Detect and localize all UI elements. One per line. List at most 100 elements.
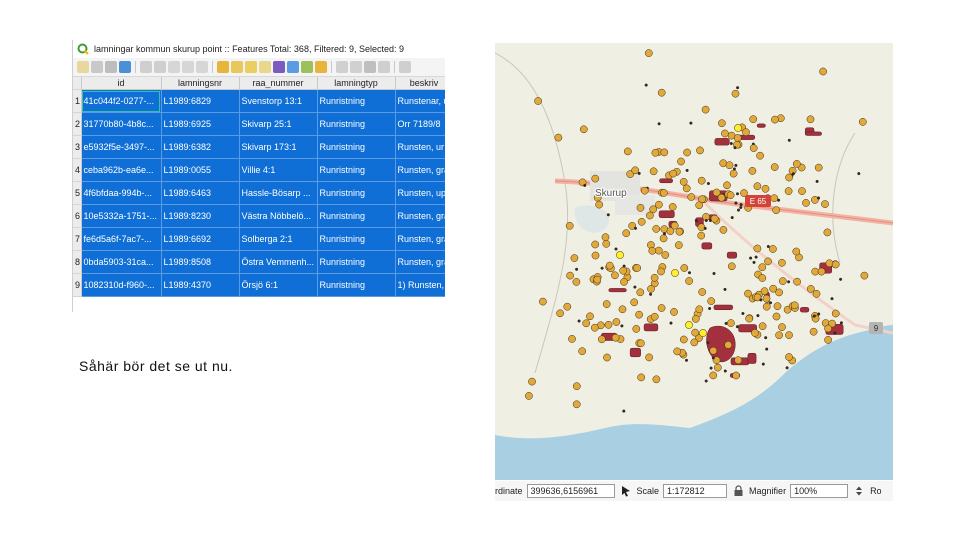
cell-lamningsnr[interactable]: L1989:8230 xyxy=(161,204,240,228)
cell-lamningsnr[interactable]: L1989:6829 xyxy=(161,89,240,113)
field-calculator-icon[interactable] xyxy=(364,61,376,73)
cell-lamningtyp[interactable]: Runristning xyxy=(317,204,396,228)
cell-lamningsnr[interactable]: L1989:8508 xyxy=(161,250,240,274)
row-number[interactable]: 1 xyxy=(73,89,82,113)
reload-icon[interactable] xyxy=(119,61,131,73)
map-svg[interactable]: Skurup E 65 9 xyxy=(495,43,893,480)
cut-icon[interactable] xyxy=(168,61,180,73)
move-selection-top-icon[interactable] xyxy=(287,61,299,73)
cell-id[interactable]: 4f6bfdaa-994b-... xyxy=(81,181,162,205)
select-expression-icon[interactable] xyxy=(217,61,229,73)
delete-feature-icon[interactable] xyxy=(154,61,166,73)
cell-beskriv[interactable]: Runsten, ur xyxy=(395,135,445,159)
scale-field[interactable]: 1:172812 xyxy=(663,484,728,498)
row-number[interactable]: 3 xyxy=(73,135,82,159)
cell-lamningtyp[interactable]: Runristning xyxy=(317,112,396,136)
cell-lamningsnr[interactable]: L1989:6382 xyxy=(161,135,240,159)
cell-id[interactable]: 41c044f2-0277-... xyxy=(81,89,162,113)
point-feature xyxy=(570,254,579,262)
cell-lamningtyp[interactable]: Runristning xyxy=(317,135,396,159)
row-number[interactable]: 2 xyxy=(73,112,82,136)
row-number[interactable]: 6 xyxy=(73,204,82,228)
header-corner[interactable] xyxy=(73,77,82,90)
add-feature-icon[interactable] xyxy=(140,61,152,73)
toggle-editing-icon[interactable] xyxy=(77,61,89,73)
cell-beskriv[interactable]: 1) Runsten, xyxy=(395,273,445,297)
mouse-pointer-icon[interactable] xyxy=(619,484,633,498)
cell-id[interactable]: 1082310d-f960-... xyxy=(81,273,162,297)
cell-lamningsnr[interactable]: L1989:4370 xyxy=(161,273,240,297)
magnifier-field[interactable]: 100% xyxy=(790,484,849,498)
new-field-icon[interactable] xyxy=(336,61,348,73)
copy-icon[interactable] xyxy=(182,61,194,73)
cell-id[interactable]: 10e5332a-1751-... xyxy=(81,204,162,228)
cell-raa-nummer[interactable]: Örsjö 6:1 xyxy=(239,273,318,297)
cell-beskriv[interactable]: Runsten, gra xyxy=(395,204,445,228)
cell-id[interactable]: fe6d5a6f-7ac7-... xyxy=(81,227,162,251)
cell-raa-nummer[interactable]: Skivarp 173:1 xyxy=(239,135,318,159)
filter-icon[interactable] xyxy=(273,61,285,73)
cell-beskriv[interactable]: Runstenar, u xyxy=(395,89,445,113)
table-row[interactable]: 5 4f6bfdaa-994b-... L1989:6463 Hassle-Bö… xyxy=(73,181,445,205)
row-number[interactable]: 7 xyxy=(73,227,82,251)
spinner-arrows-icon[interactable] xyxy=(852,484,866,498)
cell-id[interactable]: 31770b80-4b8c... xyxy=(81,112,162,136)
zoom-to-selection-icon[interactable] xyxy=(315,61,327,73)
cell-beskriv[interactable]: Runsten, up xyxy=(395,181,445,205)
invert-selection-icon[interactable] xyxy=(245,61,257,73)
column-header-lamningsnr[interactable]: lamningsnr xyxy=(161,77,240,90)
cell-lamningtyp[interactable]: Runristning xyxy=(317,250,396,274)
delete-field-icon[interactable] xyxy=(350,61,362,73)
cell-lamningsnr[interactable]: L1989:6463 xyxy=(161,181,240,205)
table-row[interactable]: 6 10e5332a-1751-... L1989:8230 Västra Nö… xyxy=(73,204,445,228)
cell-lamningtyp[interactable]: Runristning xyxy=(317,158,396,182)
cell-raa-nummer[interactable]: Västra Nöbbelö... xyxy=(239,204,318,228)
column-header-id[interactable]: id xyxy=(81,77,162,90)
row-number[interactable]: 4 xyxy=(73,158,82,182)
table-row[interactable]: 8 0bda5903-31ca... L1989:8508 Östra Vemm… xyxy=(73,250,445,274)
select-all-icon[interactable] xyxy=(231,61,243,73)
table-row[interactable]: 1 41c044f2-0277-... L1989:6829 Svenstorp… xyxy=(73,89,445,113)
paste-icon[interactable] xyxy=(196,61,208,73)
cell-lamningsnr[interactable]: L1989:6925 xyxy=(161,112,240,136)
column-header-lamningtyp[interactable]: lamningtyp xyxy=(317,77,396,90)
cell-raa-nummer[interactable]: Skivarp 25:1 xyxy=(239,112,318,136)
table-row[interactable]: 2 31770b80-4b8c... L1989:6925 Skivarp 25… xyxy=(73,112,445,136)
cell-raa-nummer[interactable]: Villie 4:1 xyxy=(239,158,318,182)
cell-beskriv[interactable]: Runsten, gra xyxy=(395,250,445,274)
table-row[interactable]: 7 fe6d5a6f-7ac7-... L1989:6692 Solberga … xyxy=(73,227,445,251)
multi-edit-icon[interactable] xyxy=(91,61,103,73)
coordinate-field[interactable]: 399636,6156961 xyxy=(526,484,615,498)
row-number[interactable]: 5 xyxy=(73,181,82,205)
cell-lamningtyp[interactable]: Runristning xyxy=(317,227,396,251)
table-row[interactable]: 9 1082310d-f960-... L1989:4370 Örsjö 6:1… xyxy=(73,273,445,297)
table-row[interactable]: 3 e5932f5e-3497-... L1989:6382 Skivarp 1… xyxy=(73,135,445,159)
deselect-icon[interactable] xyxy=(259,61,271,73)
cell-beskriv[interactable]: Orr 7189/8 xyxy=(395,112,445,136)
cell-lamningsnr[interactable]: L1989:6692 xyxy=(161,227,240,251)
column-header-raa-nummer[interactable]: raa_nummer xyxy=(239,77,318,90)
map-canvas[interactable]: Skurup E 65 9 xyxy=(495,43,893,480)
cell-raa-nummer[interactable]: Solberga 2:1 xyxy=(239,227,318,251)
conditional-format-icon[interactable] xyxy=(378,61,390,73)
lock-icon[interactable] xyxy=(731,484,745,498)
cell-raa-nummer[interactable]: Hassle-Bösarp ... xyxy=(239,181,318,205)
row-number[interactable]: 9 xyxy=(73,273,82,297)
cell-lamningtyp[interactable]: Runristning xyxy=(317,273,396,297)
cell-id[interactable]: 0bda5903-31ca... xyxy=(81,250,162,274)
pan-to-selection-icon[interactable] xyxy=(301,61,313,73)
cell-id[interactable]: ceba962b-ea6e... xyxy=(81,158,162,182)
dock-icon[interactable] xyxy=(399,61,411,73)
cell-id[interactable]: e5932f5e-3497-... xyxy=(81,135,162,159)
column-header-beskriv[interactable]: beskriv xyxy=(395,77,445,90)
cell-lamningtyp[interactable]: Runristning xyxy=(317,89,396,113)
save-edits-icon[interactable] xyxy=(105,61,117,73)
table-row[interactable]: 4 ceba962b-ea6e... L1989:0055 Villie 4:1… xyxy=(73,158,445,182)
row-number[interactable]: 8 xyxy=(73,250,82,274)
cell-lamningsnr[interactable]: L1989:0055 xyxy=(161,158,240,182)
cell-beskriv[interactable]: Runsten, gra xyxy=(395,227,445,251)
cell-raa-nummer[interactable]: Svenstorp 13:1 xyxy=(239,89,318,113)
cell-lamningtyp[interactable]: Runristning xyxy=(317,181,396,205)
cell-raa-nummer[interactable]: Östra Vemmenh... xyxy=(239,250,318,274)
cell-beskriv[interactable]: Runsten, gra xyxy=(395,158,445,182)
